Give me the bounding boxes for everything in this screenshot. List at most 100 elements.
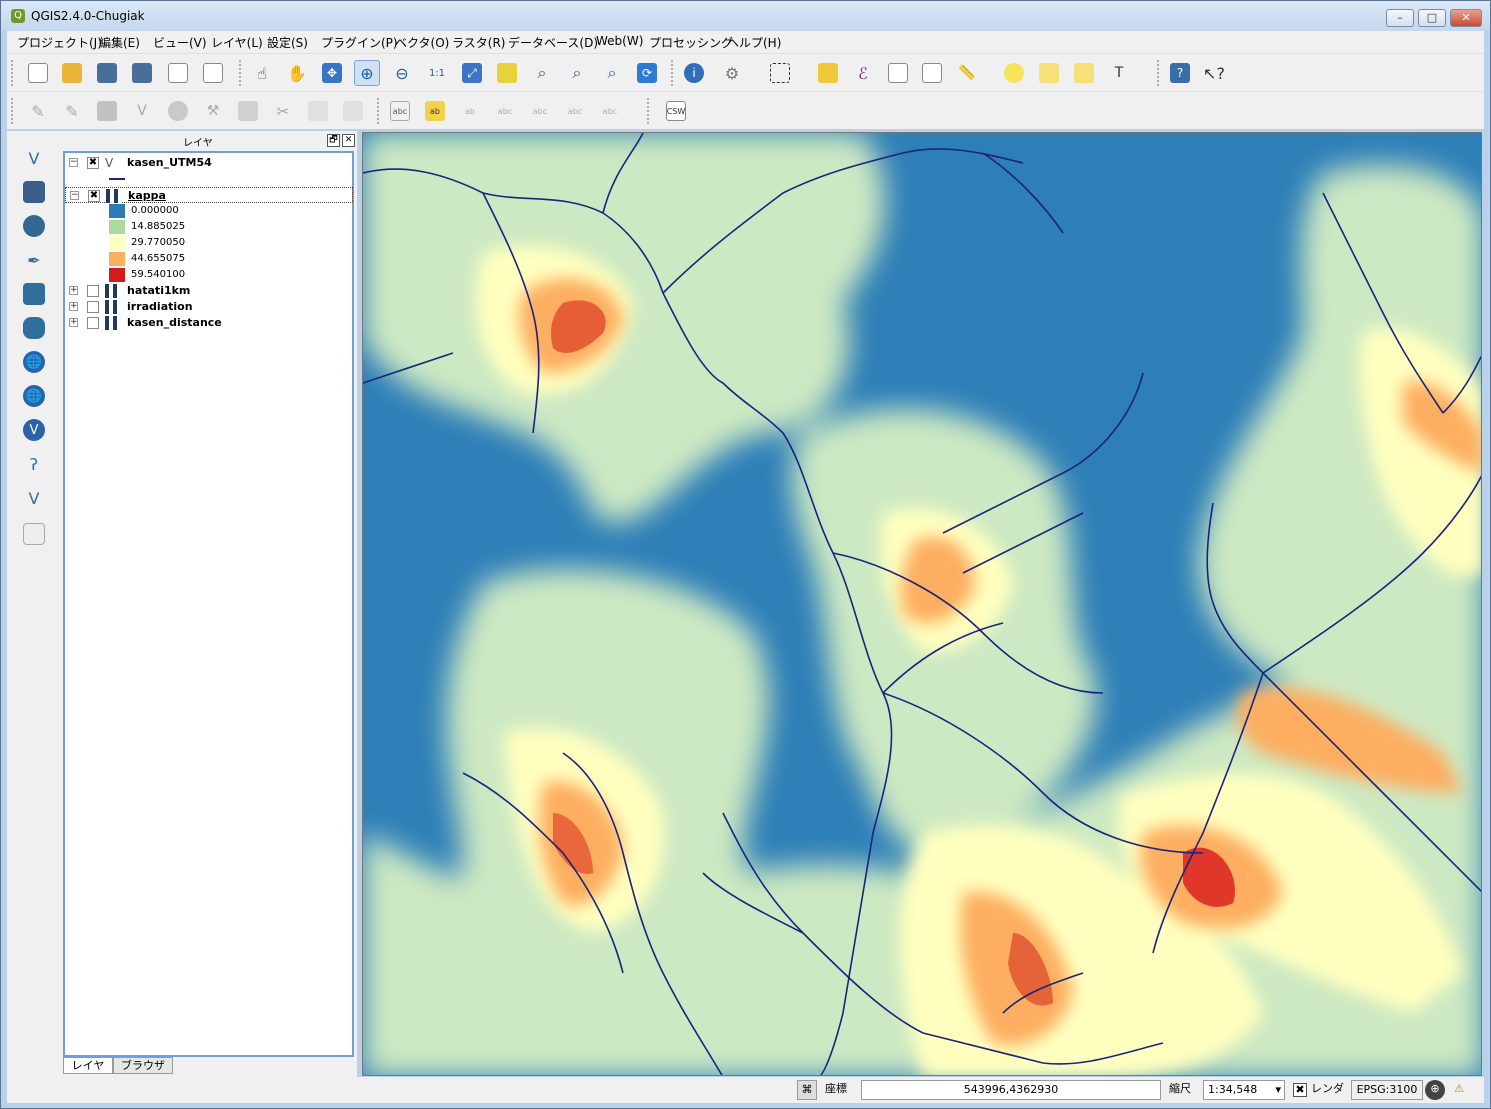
layer-row-kasen-utm54[interactable]: − ✖ V kasen_UTM54 [65,155,353,171]
menu-processing[interactable]: プロセッシング [649,34,733,51]
save-as-icon[interactable] [129,60,155,86]
toolbar-grip[interactable] [11,98,14,124]
add-wcs-layer-icon[interactable]: 🌐 [21,383,47,409]
text-annotation-icon[interactable]: T [1106,60,1132,86]
new-project-icon[interactable] [25,60,51,86]
zoom-next-icon[interactable]: ⌕ [599,60,625,86]
menu-project[interactable]: プロジェクト(J) [17,34,102,51]
add-oracle-layer-icon[interactable] [21,315,47,341]
pin-labels-icon[interactable]: ab [422,98,448,124]
highlight-labels-icon[interactable]: ab [457,98,483,124]
layer-visibility-checkbox[interactable] [87,285,99,297]
move-label-icon[interactable]: abc [527,98,553,124]
layer-row-irradiation[interactable]: + irradiation [65,299,353,315]
float-panel-icon[interactable]: 🗗 [327,134,340,147]
node-tool-icon[interactable]: ⚒ [200,98,226,124]
menu-web[interactable]: Web(W) [596,34,643,48]
projection-icon[interactable]: ⊕ [1425,1080,1445,1100]
menu-edit[interactable]: 編集(E) [99,34,140,51]
refresh-icon[interactable]: ⟳ [634,60,660,86]
new-bookmark-icon[interactable] [1036,60,1062,86]
composer-manager-icon[interactable] [200,60,226,86]
show-bookmarks-icon[interactable] [1071,60,1097,86]
tab-layers[interactable]: レイヤ [63,1057,113,1074]
minimize-button[interactable]: – [1386,9,1414,27]
collapse-icon[interactable]: − [70,191,79,200]
expand-icon[interactable]: + [69,318,78,327]
scale-combobox[interactable]: 1:34,548 ▾ [1203,1080,1285,1100]
copy-features-icon[interactable] [305,98,331,124]
layer-row-kasen-distance[interactable]: + kasen_distance [65,315,353,331]
menu-help[interactable]: ヘルプ(H) [727,34,781,51]
remove-layer-icon[interactable] [21,521,47,547]
touch-zoom-icon[interactable]: ☝ [249,60,275,86]
add-wfs-layer-icon[interactable]: V [21,417,47,443]
crs-status-button[interactable]: EPSG:3100 [1351,1080,1423,1100]
coordinate-toggle-icon[interactable]: ⌘ [797,1080,817,1100]
help-contents-icon[interactable]: ? [1167,60,1193,86]
toolbar-grip[interactable] [11,60,14,86]
move-feature-icon[interactable] [165,98,191,124]
menu-plugins[interactable]: プラグイン(P) [321,34,398,51]
select-features-icon[interactable] [767,60,793,86]
layer-labeling-icon[interactable]: abc [387,98,413,124]
collapse-icon[interactable]: − [69,158,78,167]
menu-vector[interactable]: ベクタ(O) [395,34,449,51]
field-calculator-icon[interactable] [919,60,945,86]
new-shapefile-layer-icon[interactable]: V [21,485,47,511]
whats-this-icon[interactable]: ↖? [1201,60,1227,86]
show-hide-labels-icon[interactable]: abc [492,98,518,124]
paste-features-icon[interactable] [340,98,366,124]
map-tips-icon[interactable] [1001,60,1027,86]
menu-view[interactable]: ビュー(V) [153,34,207,51]
new-print-composer-icon[interactable] [165,60,191,86]
rotate-label-icon[interactable]: abc [562,98,588,124]
zoom-last-icon[interactable]: ⌕ [564,60,590,86]
expand-icon[interactable]: + [69,286,78,295]
layer-visibility-checkbox[interactable] [87,301,99,313]
add-vector-layer-icon[interactable]: V [21,145,47,171]
toolbar-grip[interactable] [647,98,650,124]
save-edits-icon[interactable] [94,98,120,124]
delete-selected-icon[interactable] [235,98,261,124]
toolbar-grip[interactable] [239,60,242,86]
menu-settings[interactable]: 設定(S) [267,34,308,51]
attribute-table-icon[interactable] [885,60,911,86]
close-button[interactable]: ✕ [1450,9,1482,27]
expression-select-icon[interactable]: ℰ [850,60,876,86]
save-project-icon[interactable] [94,60,120,86]
close-panel-icon[interactable]: ✕ [342,134,355,147]
add-feature-icon[interactable]: V [129,98,155,124]
warning-icon[interactable]: ⚠ [1449,1080,1469,1100]
toolbar-grip[interactable] [377,98,380,124]
add-mssql-layer-icon[interactable] [21,281,47,307]
layer-row-kappa[interactable]: − ✖ kappa [65,187,353,203]
restore-button[interactable]: □ [1418,9,1446,27]
add-wms-layer-icon[interactable]: 🌐 [21,349,47,375]
layer-visibility-checkbox[interactable]: ✖ [88,190,100,202]
zoom-native-icon[interactable]: 1:1 [424,60,450,86]
zoom-to-selection-icon[interactable] [494,60,520,86]
layer-visibility-checkbox[interactable] [87,317,99,329]
cut-features-icon[interactable]: ✂ [270,98,296,124]
expand-icon[interactable]: + [69,302,78,311]
identify-icon[interactable]: i [681,60,707,86]
menu-raster[interactable]: ラスタ(R) [452,34,505,51]
zoom-to-layer-icon[interactable]: ⌕ [529,60,555,86]
pan-map-icon[interactable]: ✋ [284,60,310,86]
add-delimited-text-icon[interactable]: ʔ [21,451,47,477]
zoom-out-icon[interactable]: ⊖ [389,60,415,86]
layer-row-hatati1km[interactable]: + hatati1km [65,283,353,299]
zoom-in-icon[interactable]: ⊕ [354,60,380,86]
menu-database[interactable]: データベース(D) [508,34,598,51]
coordinate-field[interactable]: 543996,4362930 [861,1080,1161,1100]
csw-icon[interactable]: CSW [663,98,689,124]
tab-browser[interactable]: ブラウザ [113,1057,173,1074]
toggle-editing-icon[interactable]: ✎ [25,98,51,124]
change-label-icon[interactable]: abc [597,98,623,124]
run-action-icon[interactable]: ⚙ [719,60,745,86]
menu-layer[interactable]: レイヤ(L) [211,34,263,51]
pan-to-selection-icon[interactable]: ✥ [319,60,345,86]
deselect-icon[interactable] [815,60,841,86]
add-postgis-layer-icon[interactable] [21,213,47,239]
